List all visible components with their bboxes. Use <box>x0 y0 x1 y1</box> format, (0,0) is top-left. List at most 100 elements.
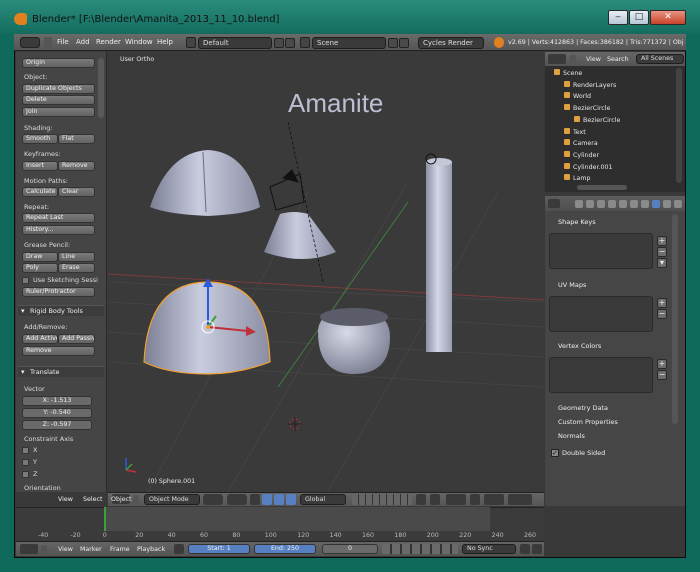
modifiers-tab-icon[interactable] <box>641 200 649 208</box>
material-tab-icon[interactable] <box>663 200 671 208</box>
delete-button[interactable]: Delete <box>22 95 95 105</box>
properties-editor-type-icon[interactable] <box>548 199 560 208</box>
maximize-button[interactable]: □ <box>629 10 649 25</box>
rigid-body-panel-header[interactable]: Rigid Body Tools <box>18 305 104 316</box>
opengl-render-icon[interactable] <box>508 494 532 505</box>
rigid-remove-button[interactable]: Remove <box>22 346 95 356</box>
double-sided-checkbox[interactable]: ✓ <box>551 449 559 457</box>
rotate-manipulator-icon[interactable] <box>274 494 284 505</box>
render-tab-icon[interactable] <box>575 200 583 208</box>
constraint-y-checkbox[interactable] <box>22 459 29 466</box>
proportional-edit-icon[interactable] <box>430 494 440 505</box>
translate-panel-header[interactable]: Translate <box>18 366 104 377</box>
end-frame-field[interactable]: End: 250 <box>254 544 316 554</box>
manipulator-toggle-icon[interactable] <box>250 494 260 505</box>
vertex-colors-panel-header[interactable]: Vertex Colors <box>546 340 670 352</box>
outliner-row[interactable]: BezierCircle <box>548 115 684 126</box>
shape-keys-panel-header[interactable]: Shape Keys <box>546 216 670 228</box>
object-tab-icon[interactable] <box>619 200 627 208</box>
menu-window[interactable]: Window <box>125 38 153 46</box>
keying-set-icon[interactable] <box>520 544 530 554</box>
view-menu[interactable]: View <box>58 496 73 503</box>
scale-manipulator-icon[interactable] <box>286 494 296 505</box>
scene-remove-button[interactable] <box>399 38 409 48</box>
outliner-row[interactable]: BezierCircle <box>548 103 684 114</box>
pivot-select[interactable] <box>227 494 247 505</box>
orientation-select[interactable]: Global <box>300 494 346 505</box>
layout-remove-button[interactable] <box>285 38 295 48</box>
vertex-color-add-button[interactable]: + <box>657 359 667 369</box>
object-menu[interactable]: Object <box>111 496 132 503</box>
layout-add-button[interactable] <box>274 38 284 48</box>
outliner-scrollbar[interactable] <box>676 68 682 183</box>
world-tab-icon[interactable] <box>608 200 616 208</box>
constraint-x-checkbox[interactable] <box>22 447 29 454</box>
timeline-editor-type-icon[interactable] <box>20 544 38 554</box>
outliner-row[interactable]: RenderLayers <box>548 80 684 91</box>
calculate-button[interactable]: Calculate <box>22 187 58 197</box>
line-button[interactable]: Line <box>58 252 95 262</box>
repeat-last-button[interactable]: Repeat Last <box>22 213 95 223</box>
constraint-z-checkbox[interactable] <box>22 471 29 478</box>
outliner-row[interactable]: World <box>548 91 684 102</box>
editor-type-icon[interactable] <box>20 37 40 48</box>
timeline-frame-menu[interactable]: Frame <box>110 546 130 553</box>
select-menu[interactable]: Select <box>83 496 102 503</box>
menu-add[interactable]: Add <box>76 38 90 46</box>
origin-button[interactable]: Origin <box>22 58 95 68</box>
translate-z-field[interactable]: Z: -0.597 <box>22 420 92 430</box>
normals-panel-header[interactable]: Normals <box>546 430 670 442</box>
shading-select[interactable] <box>203 494 223 505</box>
constraints-tab-icon[interactable] <box>630 200 638 208</box>
vertex-color-remove-button[interactable]: − <box>657 370 667 380</box>
timeline-collapse-icon[interactable] <box>41 545 47 553</box>
viewport-collapse-icon[interactable] <box>133 495 139 503</box>
render-engine-select[interactable]: Cycles Render <box>418 37 484 49</box>
scene-icon[interactable] <box>300 37 310 48</box>
sketching-checkbox[interactable] <box>22 277 29 284</box>
translate-y-field[interactable]: Y: -0.540 <box>22 408 92 418</box>
insert-keyframe-button[interactable]: Insert <box>22 161 58 171</box>
shape-key-menu-button[interactable]: ▾ <box>657 258 667 268</box>
layers-grid[interactable] <box>352 494 412 505</box>
snap-target-icon[interactable] <box>470 494 480 505</box>
erase-button[interactable]: Erase <box>58 263 95 273</box>
custom-properties-panel-header[interactable]: Custom Properties <box>546 416 670 428</box>
outliner-row[interactable]: Lamp <box>548 173 684 184</box>
data-tab-icon[interactable] <box>652 200 660 208</box>
snap-select[interactable] <box>446 494 466 505</box>
outliner-search-menu[interactable]: Search <box>607 56 629 63</box>
collapse-menu-icon[interactable] <box>44 37 52 48</box>
smooth-button[interactable]: Smooth <box>22 134 58 144</box>
timeline-playback-menu[interactable]: Playback <box>137 546 165 553</box>
menu-file[interactable]: File <box>57 38 69 46</box>
start-frame-field[interactable]: Start: 1 <box>188 544 250 554</box>
outliner-row[interactable]: Cylinder <box>548 150 684 161</box>
geometry-data-panel-header[interactable]: Geometry Data <box>546 402 670 414</box>
menu-render[interactable]: Render <box>96 38 121 46</box>
add-active-button[interactable]: Add Active <box>22 334 58 344</box>
duplicate-objects-button[interactable]: Duplicate Objects <box>22 84 95 94</box>
vertex-colors-list[interactable] <box>549 357 653 393</box>
shape-key-add-button[interactable]: + <box>657 236 667 246</box>
uv-map-add-button[interactable]: + <box>657 298 667 308</box>
layer-lock-icon[interactable] <box>416 494 426 505</box>
playback-controls[interactable] <box>382 544 458 554</box>
uv-maps-panel-header[interactable]: UV Maps <box>546 279 670 291</box>
close-button[interactable]: ✕ <box>650 10 686 25</box>
outliner-row[interactable]: Text <box>548 127 684 138</box>
ruler-protractor-button[interactable]: Ruler/Protractor <box>22 287 95 297</box>
layout-icon[interactable] <box>186 37 196 48</box>
outliner-row[interactable]: Scene <box>548 68 684 79</box>
scene-tab-icon[interactable] <box>597 200 605 208</box>
timeline-marker-menu[interactable]: Marker <box>80 546 102 553</box>
uv-maps-list[interactable] <box>549 296 653 332</box>
history-button[interactable]: History... <box>22 225 95 235</box>
outliner-view-menu[interactable]: View <box>586 56 601 63</box>
outliner-collapse-icon[interactable] <box>570 55 576 63</box>
outliner-row[interactable]: Camera <box>548 138 684 149</box>
add-passive-button[interactable]: Add Passiv <box>58 334 95 344</box>
layout-select[interactable]: Default <box>198 37 272 49</box>
outliner-scope-select[interactable]: All Scenes <box>636 54 684 64</box>
current-frame-field[interactable]: 0 <box>322 544 378 554</box>
